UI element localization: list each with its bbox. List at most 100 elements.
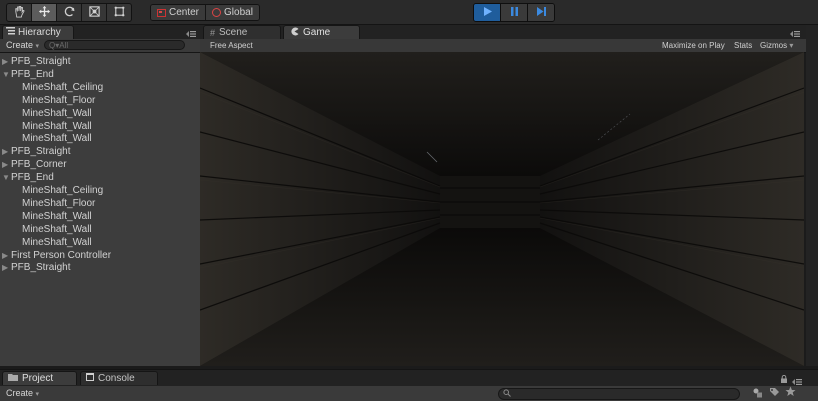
hierarchy-item[interactable]: MineShaft_Floor bbox=[0, 94, 200, 107]
project-search-input[interactable] bbox=[498, 388, 740, 400]
tab-hierarchy-label: Hierarchy bbox=[18, 27, 61, 38]
scale-icon bbox=[88, 5, 101, 21]
gizmos-dropdown[interactable]: Gizmos ▾ bbox=[760, 40, 793, 51]
aspect-dropdown[interactable]: Free Aspect bbox=[210, 40, 253, 51]
hierarchy-search-placeholder: Q▾All bbox=[49, 41, 69, 50]
center-icon bbox=[157, 8, 166, 17]
hierarchy-item[interactable]: ▶ First Person Controller bbox=[0, 249, 200, 262]
lock-icon[interactable] bbox=[780, 374, 788, 386]
pause-icon bbox=[509, 6, 520, 20]
chevron-down-icon: ▾ bbox=[35, 391, 40, 398]
hierarchy-item[interactable]: MineShaft_Wall bbox=[0, 132, 200, 145]
hierarchy-item-label: MineShaft_Floor bbox=[22, 197, 96, 209]
collapsed-arrow-icon[interactable]: ▶ bbox=[2, 55, 10, 68]
tab-scene[interactable]: # Scene bbox=[203, 25, 281, 39]
hierarchy-item-label: First Person Controller bbox=[11, 249, 112, 261]
hierarchy-item-label: PFB_Straight bbox=[11, 146, 71, 158]
hierarchy-item[interactable]: ▼ PFB_End bbox=[0, 68, 200, 81]
pivot-space-button[interactable]: Global bbox=[206, 5, 259, 20]
hierarchy-item-label: MineShaft_Wall bbox=[22, 120, 92, 132]
project-create-dropdown[interactable]: Create ▾ bbox=[6, 388, 39, 398]
hierarchy-item-label: MineShaft_Wall bbox=[22, 133, 92, 145]
game-viewport[interactable] bbox=[200, 52, 804, 366]
tab-project-label: Project bbox=[22, 373, 54, 384]
collapsed-arrow-icon[interactable]: ▶ bbox=[2, 249, 10, 262]
collapsed-arrow-icon[interactable]: ▶ bbox=[2, 158, 10, 171]
collapsed-arrow-icon[interactable]: ▶ bbox=[2, 261, 10, 274]
transform-tools bbox=[6, 3, 132, 22]
gizmos-label: Gizmos bbox=[760, 41, 788, 50]
hierarchy-item[interactable]: MineShaft_Ceiling bbox=[0, 81, 200, 94]
project-create-label: Create bbox=[6, 388, 34, 398]
tab-game[interactable]: Game bbox=[283, 25, 360, 39]
tab-hierarchy[interactable]: Hierarchy bbox=[2, 25, 74, 39]
hierarchy-item[interactable]: MineShaft_Wall bbox=[0, 223, 200, 236]
hierarchy-item-label: PFB_Straight bbox=[11, 262, 71, 274]
list-icon bbox=[6, 27, 15, 38]
expanded-arrow-icon[interactable]: ▼ bbox=[2, 171, 10, 184]
pause-button[interactable] bbox=[501, 4, 528, 21]
playback-controls bbox=[473, 3, 555, 22]
game-toolbar: Free Aspect Maximize on Play Stats Gizmo… bbox=[200, 39, 806, 53]
step-button[interactable] bbox=[528, 4, 554, 21]
hierarchy-item-label: PFB_Corner bbox=[11, 159, 67, 171]
hierarchy-item[interactable]: MineShaft_Ceiling bbox=[0, 184, 200, 197]
tab-console-label: Console bbox=[98, 373, 135, 384]
aspect-label: Free Aspect bbox=[210, 41, 253, 50]
hierarchy-item[interactable]: ▶ PFB_Straight bbox=[0, 55, 200, 68]
hand-icon bbox=[13, 5, 26, 21]
scene-hash-icon: # bbox=[210, 27, 216, 38]
hierarchy-item-label: MineShaft_Wall bbox=[22, 236, 92, 248]
game-pacman-icon bbox=[290, 27, 299, 39]
move-icon bbox=[38, 5, 51, 21]
play-button[interactable] bbox=[474, 4, 501, 21]
folder-icon bbox=[8, 373, 18, 384]
hierarchy-search-input[interactable]: Q▾All bbox=[44, 40, 185, 50]
scale-tool-button[interactable] bbox=[82, 4, 107, 21]
rotate-icon bbox=[63, 5, 76, 21]
chevron-down-icon: ▾ bbox=[789, 41, 794, 50]
move-tool-button[interactable] bbox=[32, 4, 57, 21]
rect-tool-button[interactable] bbox=[107, 4, 131, 21]
maximize-label: Maximize on Play bbox=[662, 41, 725, 50]
rect-tool-icon bbox=[113, 5, 126, 21]
pivot-toggle-group: Center Global bbox=[150, 4, 260, 21]
hierarchy-item[interactable]: ▶ PFB_Straight bbox=[0, 261, 200, 274]
hierarchy-item-label: PFB_Straight bbox=[11, 56, 71, 67]
pivot-center-button[interactable]: Center bbox=[151, 5, 207, 20]
hierarchy-item-label: MineShaft_Ceiling bbox=[22, 81, 104, 93]
hierarchy-item[interactable]: MineShaft_Wall bbox=[0, 210, 200, 223]
chevron-down-icon: ▾ bbox=[35, 43, 40, 50]
filter-by-type-icon[interactable] bbox=[752, 387, 763, 401]
right-panel-edge bbox=[806, 25, 818, 366]
stats-label: Stats bbox=[734, 41, 753, 50]
hierarchy-item[interactable]: MineShaft_Floor bbox=[0, 197, 200, 210]
hand-tool-button[interactable] bbox=[7, 4, 32, 21]
pivot-center-label: Center bbox=[169, 7, 200, 18]
favorites-star-icon[interactable] bbox=[785, 386, 796, 400]
hierarchy-item[interactable]: ▶ PFB_Straight bbox=[0, 145, 200, 158]
hierarchy-item-label: MineShaft_Wall bbox=[22, 107, 92, 119]
hierarchy-item[interactable]: ▼ PFB_End bbox=[0, 171, 200, 184]
hierarchy-item-label: PFB_End bbox=[11, 68, 54, 80]
expanded-arrow-icon[interactable]: ▼ bbox=[2, 68, 10, 81]
stats-toggle[interactable]: Stats bbox=[734, 40, 752, 51]
mineshaft-render bbox=[200, 52, 804, 366]
hierarchy-item-label: MineShaft_Wall bbox=[22, 223, 92, 235]
hierarchy-item[interactable]: ▶ PFB_Corner bbox=[0, 158, 200, 171]
hierarchy-item-label: MineShaft_Wall bbox=[22, 210, 92, 222]
play-icon bbox=[482, 6, 493, 20]
rotate-tool-button[interactable] bbox=[57, 4, 82, 21]
hierarchy-item-label: MineShaft_Floor bbox=[22, 94, 96, 106]
hierarchy-create-dropdown[interactable]: Create ▾ bbox=[6, 40, 39, 50]
hierarchy-item-label: PFB_End bbox=[11, 172, 54, 184]
collapsed-arrow-icon[interactable]: ▶ bbox=[2, 145, 10, 158]
maximize-on-play-toggle[interactable]: Maximize on Play bbox=[662, 40, 725, 51]
tab-project[interactable]: Project bbox=[2, 371, 77, 385]
hierarchy-item[interactable]: MineShaft_Wall bbox=[0, 120, 200, 133]
tab-scene-label: Scene bbox=[219, 27, 248, 38]
tab-console[interactable]: Console bbox=[80, 371, 158, 385]
hierarchy-item[interactable]: MineShaft_Wall bbox=[0, 236, 200, 249]
filter-by-label-icon[interactable] bbox=[769, 387, 780, 401]
hierarchy-item[interactable]: MineShaft_Wall bbox=[0, 107, 200, 120]
